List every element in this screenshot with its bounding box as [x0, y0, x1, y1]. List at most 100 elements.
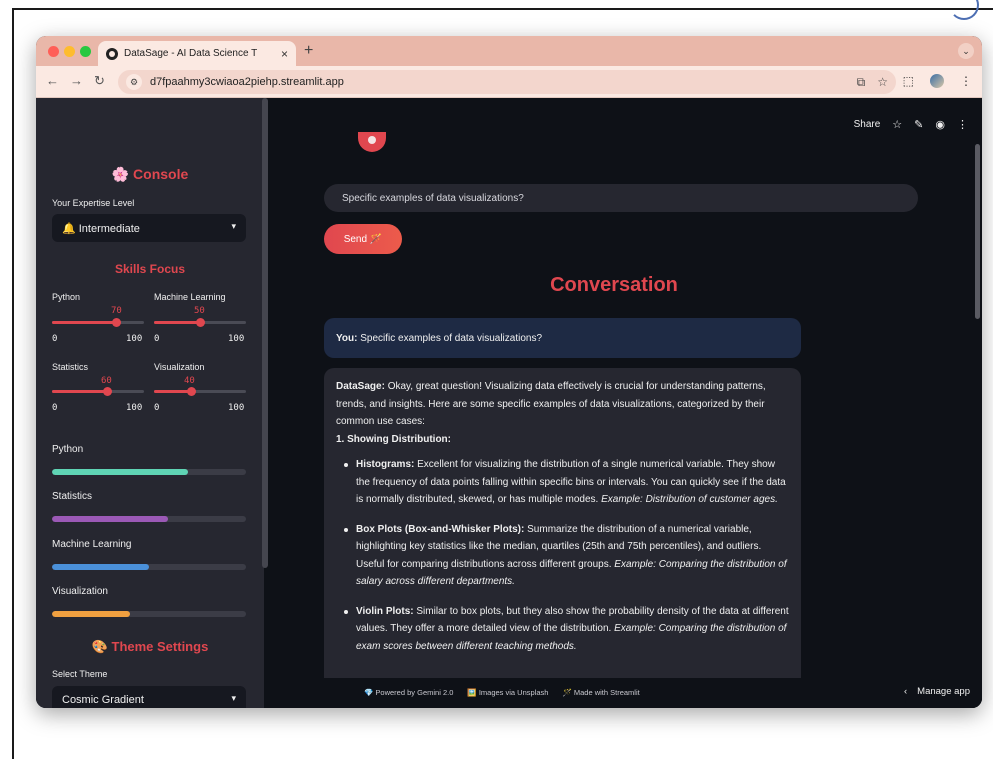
slider-thumb[interactable] [196, 318, 205, 327]
sidebar: 🌸 Console Your Expertise Level 🔔 Interme… [36, 98, 264, 708]
streamlit-credit: 🪄 Made with Streamlit [562, 688, 640, 697]
list-item: Box Plots (Box-and-Whisker Plots): Summa… [344, 521, 789, 591]
maximize-window-button[interactable] [80, 46, 91, 57]
github-favicon-icon [106, 47, 118, 60]
gemini-credit: 💎 Powered by Gemini 2.0 [364, 688, 454, 697]
python-slider[interactable] [52, 318, 144, 327]
back-arrow-icon[interactable]: ← [46, 74, 59, 88]
send-button[interactable]: Send 🪄 [324, 224, 402, 254]
theme-select[interactable]: Cosmic Gradient ▾ [52, 686, 246, 708]
console-title: 🌸 Console [111, 166, 189, 182]
url-text: d7fpaahmy3cwiaoa2piehp.streamlit.app [150, 76, 344, 88]
slider-min: 0 [52, 403, 58, 413]
progress-fill [52, 516, 169, 522]
assistant-list: Histograms: Excellent for visualizing th… [344, 456, 789, 655]
footer-links: 💎 Powered by Gemini 2.0 🖼️ Images via Un… [364, 688, 640, 697]
expertise-label: Your Expertise Level [52, 198, 135, 208]
slider-max: 100 [126, 403, 143, 413]
theme-settings-title: 🎨 Theme Settings [91, 639, 209, 654]
app-footer: 💎 Powered by Gemini 2.0 🖼️ Images via Un… [268, 678, 982, 708]
slider-min: 0 [52, 334, 58, 344]
slider-fill [52, 321, 117, 324]
browser-window: DataSage - AI Data Science T × + ⌄ ← → ↻… [36, 36, 982, 708]
user-message: You: Specific examples of data visualiza… [324, 318, 801, 358]
corner-arc-decoration [949, 0, 979, 20]
slider-thumb[interactable] [186, 387, 196, 396]
browser-tab-active[interactable]: DataSage - AI Data Science T × [98, 41, 296, 66]
frame-border-left [12, 8, 14, 759]
forward-arrow-icon[interactable]: → [70, 74, 83, 88]
profile-avatar[interactable] [930, 74, 944, 88]
slider-fill [154, 390, 191, 393]
conversation-title: Conversation [550, 274, 678, 296]
slider-label: Statistics [52, 362, 89, 372]
slider-value: 60 [101, 376, 112, 386]
chevron-down-icon: ▾ [231, 693, 236, 703]
list-item: Histograms: Excellent for visualizing th… [344, 456, 789, 509]
unsplash-credit: 🖼️ Images via Unsplash [467, 688, 549, 697]
new-tab-button[interactable]: + [304, 42, 313, 60]
slider-max: 100 [228, 334, 245, 344]
slider-label: Visualization [154, 362, 205, 372]
machine-learning-slider[interactable] [154, 318, 246, 327]
slider-label: Python [52, 292, 81, 302]
slider-thumb[interactable] [112, 318, 122, 327]
close-window-button[interactable] [48, 46, 59, 57]
slider-thumb[interactable] [103, 387, 113, 396]
item-example: Example: Distribution of customer ages. [601, 494, 778, 505]
main-scrollbar[interactable] [975, 144, 980, 319]
install-app-icon[interactable]: ⧉ [857, 75, 866, 90]
progress-fill [52, 611, 130, 617]
visualization-progress-bar [52, 611, 246, 617]
question-input-value: Specific examples of data visualizations… [342, 192, 524, 204]
assistant-prefix: DataSage: [336, 381, 385, 392]
machine-learning-progress-bar [52, 564, 246, 570]
slider-min: 0 [154, 334, 160, 344]
slider-max: 100 [228, 403, 245, 413]
expertise-select[interactable]: 🔔 Intermediate ▾ [52, 214, 246, 242]
github-icon[interactable]: ◉ [935, 118, 945, 131]
address-bar[interactable]: ⚙ d7fpaahmy3cwiaoa2piehp.streamlit.app ⧉… [118, 70, 896, 94]
item-title: Box Plots (Box-and-Whisker Plots): [356, 523, 525, 535]
browser-menu-icon[interactable]: ⋮ [960, 74, 972, 88]
slider-fill [52, 390, 108, 393]
chevron-down-icon: ▾ [231, 221, 236, 231]
progress-label: Visualization [52, 586, 108, 597]
share-button[interactable]: Share [854, 119, 881, 130]
tab-close-icon[interactable]: × [281, 47, 288, 61]
more-menu-icon[interactable]: ⋮ [957, 118, 968, 131]
slider-value: 50 [194, 306, 205, 316]
reload-icon[interactable]: ↻ [94, 74, 105, 88]
bookmark-star-icon[interactable]: ☆ [877, 75, 888, 90]
skills-focus-title: Skills Focus [114, 262, 186, 276]
tab-title: DataSage - AI Data Science T [124, 48, 258, 59]
theme-label: Select Theme [52, 669, 108, 679]
slider-value: 70 [111, 306, 122, 316]
progress-label: Machine Learning [52, 539, 132, 550]
browser-toolbar: ← → ↻ ⚙ d7fpaahmy3cwiaoa2piehp.streamlit… [36, 66, 982, 98]
frame-border-top [12, 8, 993, 10]
statistics-slider[interactable] [52, 387, 144, 396]
progress-label: Statistics [52, 491, 93, 502]
send-label: Send 🪄 [343, 233, 383, 245]
progress-fill [52, 469, 188, 475]
star-icon[interactable]: ☆ [892, 118, 902, 131]
extensions-puzzle-icon[interactable]: ⬚ [903, 74, 914, 88]
slider-fill [154, 321, 200, 324]
item-title: Histograms: [356, 459, 415, 470]
site-settings-icon[interactable]: ⚙ [126, 74, 142, 90]
progress-label: Python [52, 444, 84, 455]
slider-max: 100 [126, 334, 143, 344]
visualization-slider[interactable] [154, 387, 246, 396]
statistics-progress-bar [52, 516, 246, 522]
edit-pencil-icon[interactable]: ✎ [914, 118, 923, 131]
manage-app-label: Manage app [917, 686, 970, 697]
tab-search-chevron-icon[interactable]: ⌄ [958, 43, 974, 59]
streamlit-app: 🌸 Console Your Expertise Level 🔔 Interme… [36, 98, 982, 708]
manage-app-button[interactable]: ‹ Manage app [904, 686, 970, 697]
minimize-window-button[interactable] [64, 46, 75, 57]
slider-min: 0 [154, 403, 160, 413]
user-message-text: Specific examples of data visualizations… [360, 332, 543, 344]
bot-avatar [358, 132, 386, 152]
question-input[interactable]: Specific examples of data visualizations… [324, 184, 918, 212]
